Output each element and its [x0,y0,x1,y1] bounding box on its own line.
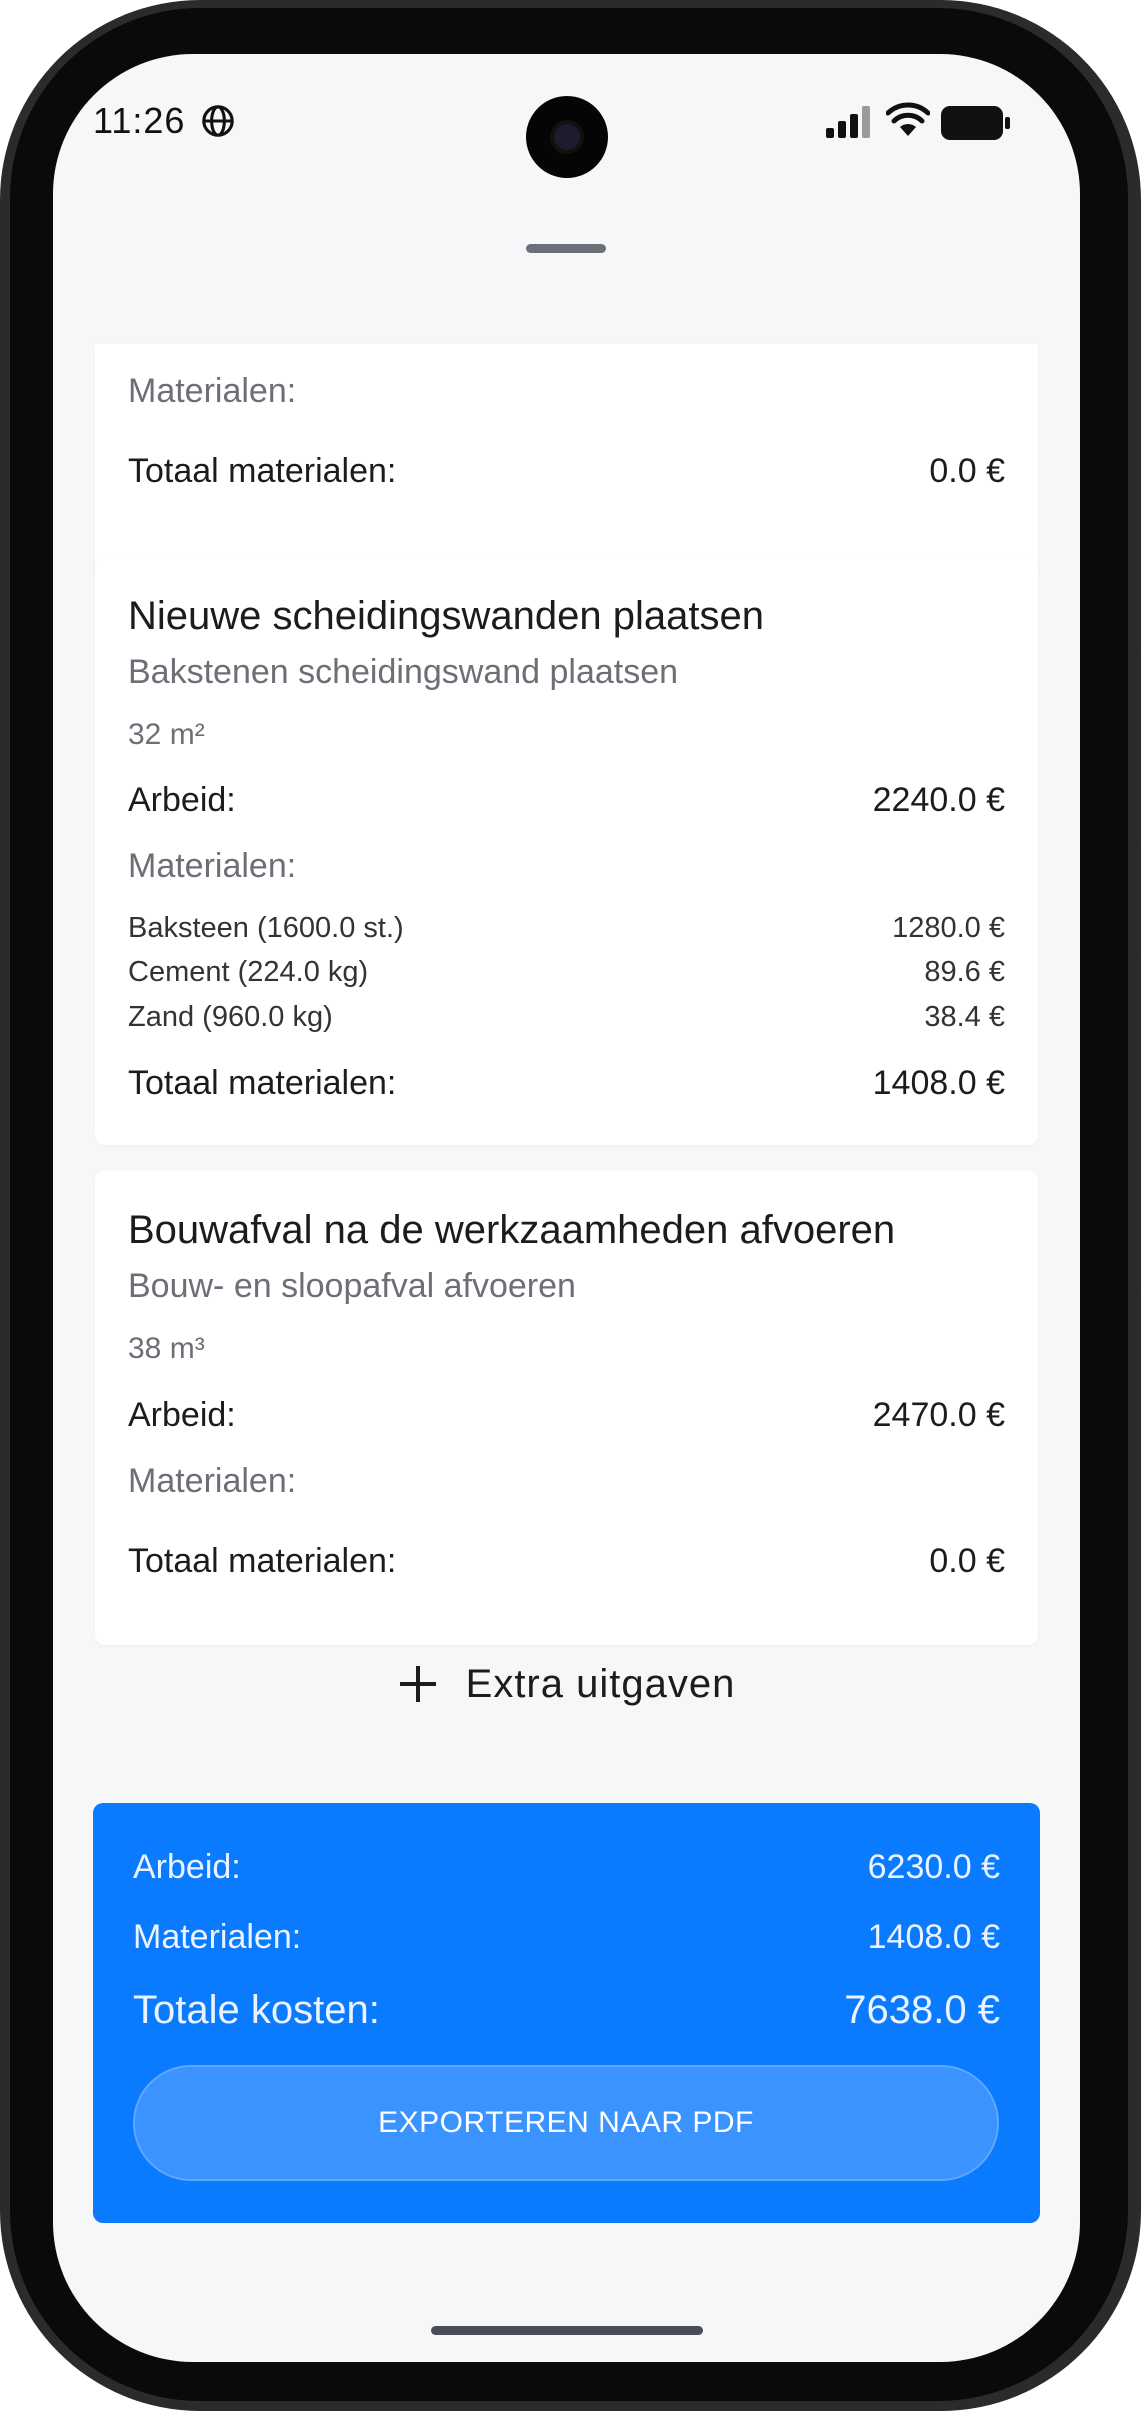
cost-summary-panel: Arbeid: 6230.0 € Materialen: 1408.0 € To… [93,1803,1040,2223]
summary-labor-value: 6230.0 € [867,1848,1000,1886]
task-quantity: 38 m³ [128,1332,205,1365]
task-subtitle: Bakstenen scheidingswand plaatsen [128,653,679,691]
sheet-drag-handle[interactable] [526,244,606,253]
total-materials-value: 0.0 € [929,1542,1005,1580]
summary-materials-label: Materialen: [133,1918,302,1956]
task-subtitle: Bouw- en sloopafval afvoeren [128,1267,576,1305]
material-item-name: Zand (960.0 kg) [128,1001,333,1033]
labor-label: Arbeid: [128,1396,236,1434]
app-screen: 11:26 Materialen: Totaal materialen: 0.0… [53,54,1080,2362]
summary-total-label: Totale kosten: [133,1988,380,2032]
task-card: Nieuwe scheidingswanden plaatsen Baksten… [95,556,1038,1145]
total-materials-label: Totaal materialen: [128,1064,397,1102]
globe-icon [202,105,234,137]
summary-labor-label: Arbeid: [133,1848,241,1886]
cellular-signal-icon [826,106,870,138]
extra-expenses-button[interactable]: Extra uitgaven [53,1634,1080,1734]
materials-label: Materialen: [128,372,297,410]
task-card: Materialen: Totaal materialen: 0.0 € [95,344,1038,581]
materials-label: Materialen: [128,1462,297,1500]
task-title: Bouwafval na de werkzaamheden afvoeren [128,1208,896,1252]
task-quantity: 32 m² [128,718,205,751]
material-item-price: 89.6 € [924,956,1005,988]
total-materials-value: 1408.0 € [872,1064,1005,1102]
summary-materials-value: 1408.0 € [867,1918,1000,1956]
wifi-icon [886,102,930,136]
task-title: Nieuwe scheidingswanden plaatsen [128,594,764,638]
extra-expenses-label: Extra uitgaven [465,1661,736,1706]
total-materials-label: Totaal materialen: [128,1542,397,1580]
labor-value: 2470.0 € [872,1396,1005,1434]
battery-icon [941,106,1010,140]
material-item-name: Baksteen (1600.0 st.) [128,912,404,944]
status-time: 11:26 [93,100,186,141]
summary-total-value: 7638.0 € [844,1988,1000,2032]
front-camera [526,96,608,178]
material-item-price: 38.4 € [924,1001,1005,1033]
total-materials-value: 0.0 € [929,452,1005,490]
power-button [1131,955,1141,1295]
materials-label: Materialen: [128,847,297,885]
labor-label: Arbeid: [128,781,236,819]
material-item-price: 1280.0 € [892,912,1005,944]
home-indicator[interactable] [431,2326,703,2335]
plus-icon [399,1666,436,1702]
volume-button [1131,655,1141,845]
labor-value: 2240.0 € [872,781,1005,819]
total-materials-label: Totaal materialen: [128,452,397,490]
export-pdf-button[interactable]: EXPORTEREN NAAR PDF [133,2065,999,2181]
material-item-name: Cement (224.0 kg) [128,956,369,988]
task-card: Bouwafval na de werkzaamheden afvoeren B… [95,1170,1038,1645]
